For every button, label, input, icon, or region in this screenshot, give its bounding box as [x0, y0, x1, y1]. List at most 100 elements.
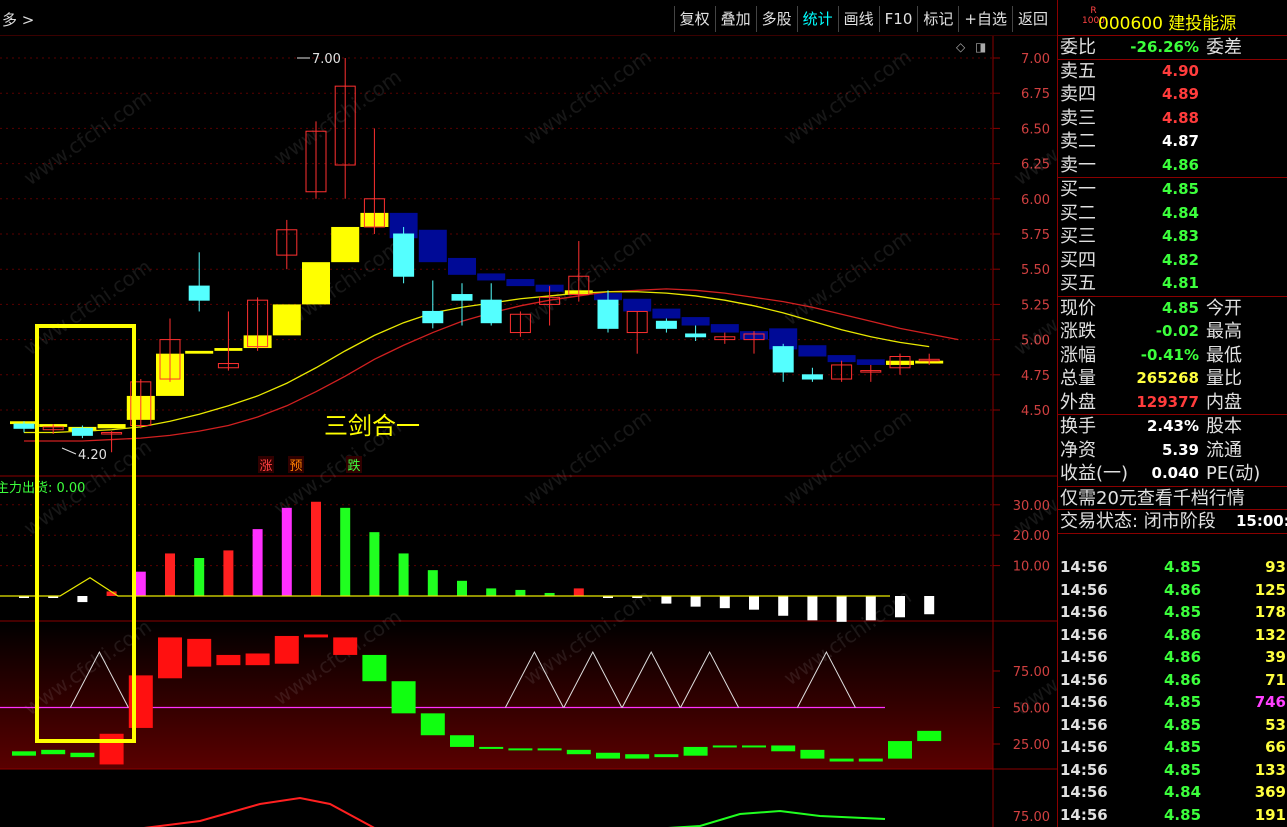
stat-label2: 最低	[1206, 344, 1242, 366]
tick-price: 4.85	[1164, 805, 1202, 824]
buy-row-0[interactable]: 买一 4.85	[1058, 178, 1287, 202]
ind2-axis-label: 75.00	[1013, 665, 1050, 680]
buy-row-3[interactable]: 买四 4.82	[1058, 249, 1287, 273]
ind2-bar	[99, 733, 124, 765]
signal-label: 预	[289, 459, 302, 474]
sell-row-2[interactable]: 卖三 4.88	[1058, 107, 1287, 131]
stat2-value: 2.43%	[1146, 417, 1199, 435]
toolbar-button-5[interactable]: F10	[878, 6, 918, 32]
stock-code-name[interactable]: 000600 建投能源	[1098, 9, 1236, 34]
brick-bar	[652, 308, 681, 319]
stat-row-2[interactable]: 涨幅 -0.41% 最低	[1058, 344, 1287, 368]
toolbar-button-3[interactable]: 统计	[796, 6, 838, 32]
sell-label: 卖五	[1060, 60, 1096, 82]
stat-row-1[interactable]: 涨跌 -0.02 最高	[1058, 320, 1287, 344]
ind1-bar	[194, 558, 205, 596]
tick-time: 14:56	[1060, 625, 1108, 644]
tick-price: 4.85	[1164, 760, 1202, 779]
price-axis-label: 5.50	[1021, 263, 1050, 278]
sell-value: 4.87	[1161, 132, 1199, 150]
tick-row: 14:56 4.86 125	[1058, 579, 1287, 602]
ind2-bar	[216, 654, 241, 666]
brick-bar	[185, 350, 214, 354]
candle-body	[772, 346, 794, 373]
buy-row-2[interactable]: 买三 4.83	[1058, 225, 1287, 249]
quote-stats-2: 换手 2.43% 股本 净资 5.39 流通 收益(一) 0.040 PE(动)	[1058, 415, 1287, 487]
tick-list[interactable]: 14:56 4.85 93 14:56 4.86 125 14:56 4.85 178 14:56…	[1058, 556, 1287, 826]
candle-body	[71, 427, 93, 436]
sell-label: 卖二	[1060, 131, 1096, 152]
stat2-label: 换手	[1060, 416, 1096, 437]
quote-stats: 现价 4.85 今开 涨跌 -0.02 最高 涨幅 -0.41% 最低 总量 265268 量比 外盘 1…	[1058, 297, 1287, 415]
tick-time: 14:56	[1060, 805, 1108, 824]
toolbar-buttons: 复权 叠加 多股 统计 画线 F10 标记 +自选 返回	[673, 6, 1053, 32]
tick-volume: 746	[1254, 693, 1286, 711]
ind1-bar	[427, 570, 438, 596]
ind1-bar	[398, 553, 409, 596]
tick-time: 14:56	[1060, 783, 1108, 801]
buy-value: 4.82	[1161, 250, 1199, 269]
sell-row-1[interactable]: 卖四 4.89	[1058, 83, 1287, 107]
ind1-bar	[165, 553, 175, 596]
trade-status-row: 交易状态: 闭市阶段 15:00:0	[1058, 510, 1287, 534]
stat-row-3[interactable]: 总量 265268 量比	[1058, 367, 1287, 391]
ind1-bar	[77, 596, 88, 603]
toolbar-button-2[interactable]: 多股	[755, 6, 797, 32]
stat-label: 现价	[1060, 297, 1096, 319]
promo-text[interactable]: 仅需20元查看千档行情	[1060, 487, 1245, 511]
buy-label: 买四	[1060, 249, 1096, 271]
sell-row-3[interactable]: 卖二 4.87	[1058, 130, 1287, 154]
buy-row-4[interactable]: 买五 4.81	[1058, 272, 1287, 296]
price-axis-label: 6.75	[1021, 87, 1050, 102]
tick-volume: 132	[1254, 625, 1286, 644]
toolbar-button-6[interactable]: 标记	[917, 6, 958, 32]
stock-header: R 1000 000600 建投能源	[1058, 0, 1287, 36]
buy-label: 买一	[1060, 179, 1096, 200]
ind2-bar	[917, 730, 942, 742]
ind1-bar	[223, 550, 234, 596]
ind1-bar	[719, 596, 730, 609]
brick-bar	[272, 304, 301, 336]
stat-row-4[interactable]: 外盘 129377 内盘	[1058, 391, 1287, 415]
toolbar-button-8[interactable]: 返回	[1011, 6, 1053, 32]
ind2-bar	[566, 749, 591, 755]
breadcrumb[interactable]: 多 >	[2, 9, 34, 30]
price-axis-label: 7.00	[1021, 52, 1050, 67]
toolbar-button-7[interactable]: +自选	[958, 6, 1012, 32]
candle-body	[451, 294, 473, 301]
sell-row-0[interactable]: 卖五 4.90	[1058, 60, 1287, 84]
stat2-label2: 股本	[1206, 416, 1242, 437]
buy-value: 4.84	[1161, 203, 1199, 222]
buy-value: 4.83	[1161, 227, 1199, 245]
tick-volume: 53	[1265, 715, 1286, 734]
stat2-row-1[interactable]: 净资 5.39 流通	[1058, 439, 1287, 463]
sell-row-4[interactable]: 卖一 4.86	[1058, 154, 1287, 178]
stat-label: 外盘	[1060, 391, 1096, 413]
stat-label2: 今开	[1206, 297, 1242, 319]
tick-row: 14:56 4.86 132	[1058, 624, 1287, 647]
ind2-bar	[450, 735, 474, 747]
promo-row[interactable]: 仅需20元查看千档行情	[1058, 487, 1287, 511]
buy-row-1[interactable]: 买二 4.84	[1058, 202, 1287, 226]
ind2-bar	[41, 749, 66, 755]
price-axis-label: 6.50	[1021, 122, 1050, 137]
toolbar-button-4[interactable]: 画线	[837, 6, 879, 32]
stat2-row-0[interactable]: 换手 2.43% 股本	[1058, 415, 1287, 439]
brick-bar	[418, 229, 447, 263]
stat-row-0[interactable]: 现价 4.85 今开	[1058, 297, 1287, 321]
high-price-label: 7.00	[312, 52, 341, 67]
buy-orderbook: 买一 4.85 买二 4.84 买三 4.83 买四 4.82 买五 4.81	[1058, 178, 1287, 297]
price-axis-label: 4.50	[1021, 404, 1050, 419]
toolbar-button-1[interactable]: 叠加	[714, 6, 756, 32]
tick-price: 4.85	[1164, 715, 1202, 734]
tick-time: 14:56	[1060, 558, 1108, 576]
toolbar-button-0[interactable]: 复权	[673, 6, 715, 32]
tick-price: 4.85	[1164, 738, 1202, 756]
kline-chart-area[interactable]: 7.006.756.506.256.005.755.505.255.004.75…	[0, 36, 1057, 827]
stat-value: 129377	[1136, 392, 1199, 411]
price-axis-label: 4.75	[1021, 369, 1050, 384]
ind2-axis-label: 50.00	[1013, 702, 1050, 717]
tick-time: 14:56	[1060, 760, 1108, 779]
tick-time: 14:56	[1060, 603, 1108, 621]
stat2-row-2[interactable]: 收益(一) 0.040 PE(动)	[1058, 462, 1287, 486]
